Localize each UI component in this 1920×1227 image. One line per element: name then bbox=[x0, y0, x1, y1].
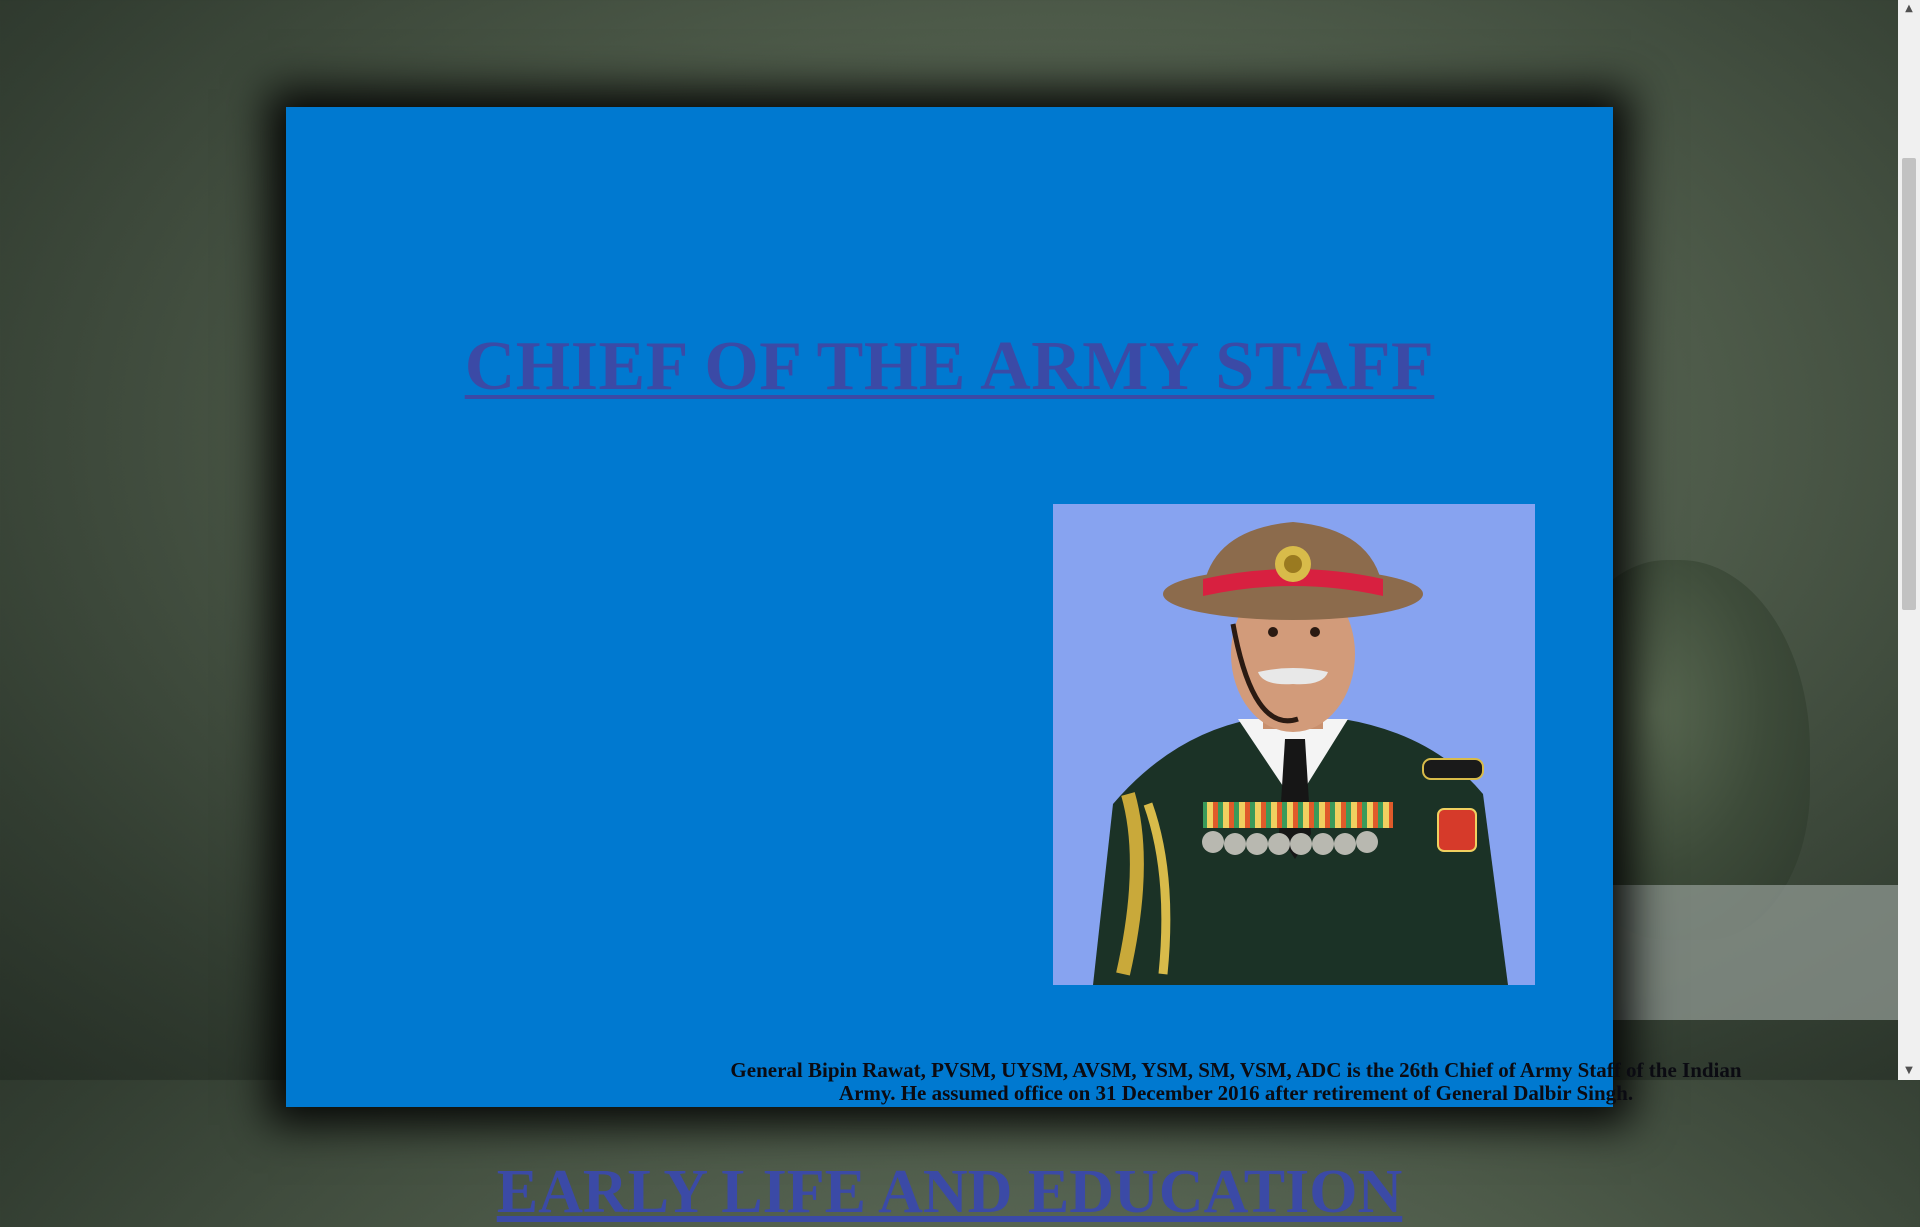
portrait-illustration bbox=[1093, 522, 1508, 985]
background-panel bbox=[1600, 885, 1900, 1020]
vertical-scrollbar[interactable]: ▲ ▼ bbox=[1898, 0, 1920, 1080]
content-card: CHIEF OF THE ARMY STAFF General Bipin Ra… bbox=[286, 107, 1742, 1226]
scrollbar-thumb[interactable] bbox=[1902, 158, 1916, 610]
scroll-up-arrow-icon[interactable]: ▲ bbox=[1898, 0, 1920, 18]
portrait-image bbox=[1053, 504, 1535, 985]
page-title: CHIEF OF THE ARMY STAFF bbox=[464, 328, 1435, 405]
scroll-down-arrow-icon[interactable]: ▼ bbox=[1898, 1062, 1920, 1080]
intro-paragraph: General Bipin Rawat, PVSM, UYSM, AVSM, Y… bbox=[730, 1058, 1742, 1105]
section-heading: EARLY LIFE AND EDUCATION bbox=[496, 1158, 1403, 1226]
